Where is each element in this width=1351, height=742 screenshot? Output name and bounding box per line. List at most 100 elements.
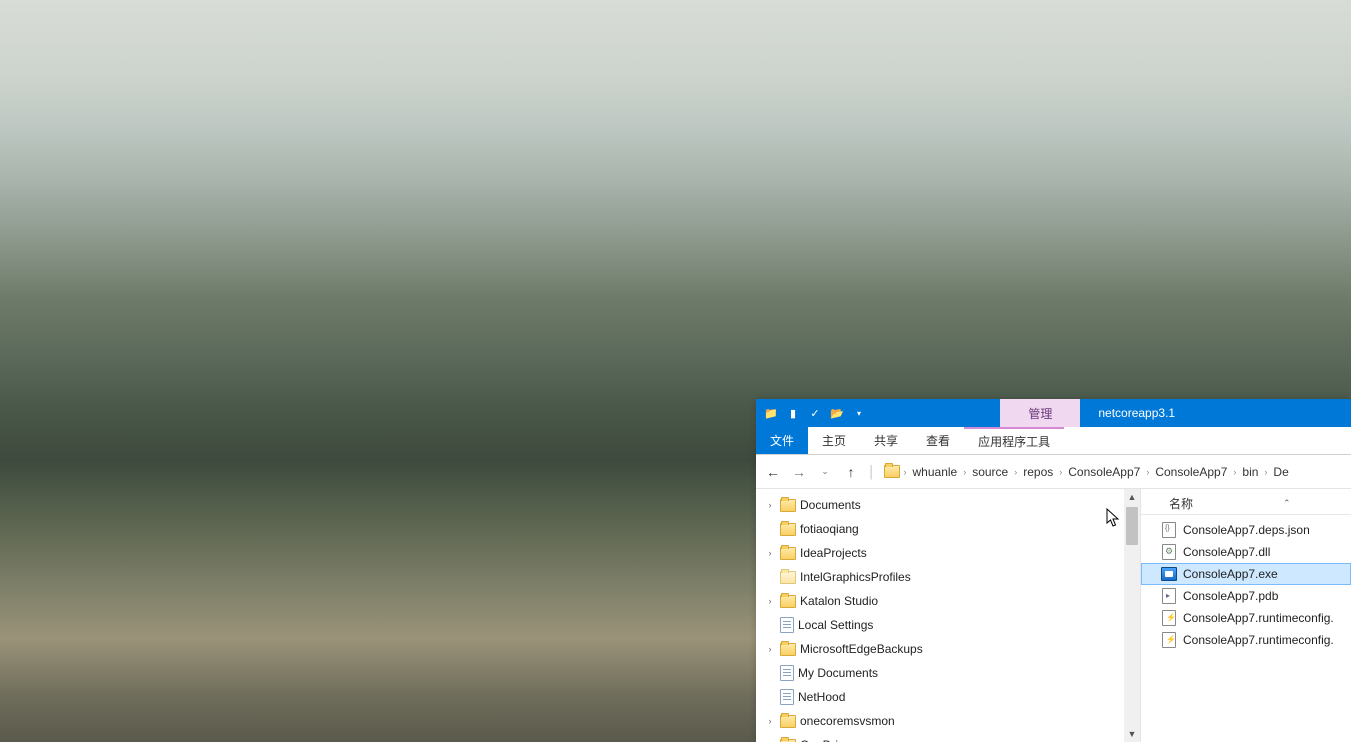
tree-item[interactable]: › Documents [756, 493, 1140, 517]
window-title: netcoreapp3.1 [1080, 399, 1351, 427]
tree-expander-icon[interactable]: › [764, 716, 776, 726]
tree-item-label: fotiaoqiang [800, 522, 859, 536]
folder-icon [780, 499, 796, 512]
folder-icon [780, 739, 796, 742]
breadcrumb-item[interactable]: bin [1240, 463, 1260, 481]
config-file-icon [1161, 610, 1177, 626]
scroll-up-icon[interactable]: ▲ [1124, 489, 1140, 505]
tree-item[interactable]: › IdeaProjects [756, 541, 1140, 565]
document-shortcut-icon [780, 617, 794, 633]
config-file-icon [1161, 632, 1177, 648]
column-header-name[interactable]: 名称 [1169, 495, 1193, 512]
tree-item[interactable]: fotiaoqiang [756, 517, 1140, 541]
check-icon[interactable]: ✓ [806, 404, 824, 422]
ribbon-tab-file[interactable]: 文件 [756, 427, 808, 454]
tree-item[interactable]: IntelGraphicsProfiles [756, 565, 1140, 589]
tree-item[interactable]: NetHood [756, 685, 1140, 709]
chevron-right-icon[interactable]: › [1233, 467, 1236, 477]
ribbon-tab-share[interactable]: 共享 [860, 427, 912, 454]
file-name: ConsoleApp7.exe [1183, 567, 1278, 581]
breadcrumb-item[interactable]: source [970, 463, 1010, 481]
breadcrumb-item[interactable]: ConsoleApp7 [1066, 463, 1142, 481]
nav-back-button[interactable]: ← [764, 463, 782, 481]
file-explorer-window: 📁 ▮ ✓ 📂 ▾ 管理 netcoreapp3.1 文件 主页 共享 查看 应… [756, 399, 1351, 742]
file-item[interactable]: ConsoleApp7.runtimeconfig. [1141, 607, 1351, 629]
chevron-right-icon[interactable]: › [1264, 467, 1267, 477]
folder-open-icon[interactable]: 📂 [828, 404, 846, 422]
chevron-right-icon[interactable]: › [904, 467, 907, 477]
ribbon-tabs: 文件 主页 共享 查看 应用程序工具 [756, 427, 1351, 455]
breadcrumb-item[interactable]: repos [1021, 463, 1055, 481]
chevron-right-icon[interactable]: › [1014, 467, 1017, 477]
tree-item-label: MicrosoftEdgeBackups [800, 642, 923, 656]
pdb-file-icon [1161, 588, 1177, 604]
desktop-wallpaper: 📁 ▮ ✓ 📂 ▾ 管理 netcoreapp3.1 文件 主页 共享 查看 应… [0, 0, 1351, 742]
folder-icon [780, 523, 796, 536]
nav-history-dropdown[interactable]: ⌄ [816, 463, 834, 481]
file-name: ConsoleApp7.runtimeconfig. [1183, 633, 1334, 647]
breadcrumb-item[interactable]: De [1271, 463, 1290, 481]
ribbon-tab-home[interactable]: 主页 [808, 427, 860, 454]
quick-access-toolbar: 📁 ▮ ✓ 📂 ▾ [756, 399, 874, 427]
exe-file-icon [1161, 566, 1177, 582]
file-item[interactable]: ConsoleApp7.runtimeconfig. [1141, 629, 1351, 651]
json-file-icon [1161, 522, 1177, 538]
folder-icon [780, 547, 796, 560]
tree-expander-icon[interactable]: › [764, 548, 776, 558]
document-shortcut-icon [780, 689, 794, 705]
breadcrumb-item[interactable]: whuanle [911, 463, 960, 481]
breadcrumb-item[interactable]: ConsoleApp7 [1153, 463, 1229, 481]
folder-icon [780, 571, 796, 584]
scroll-thumb[interactable] [1126, 507, 1138, 545]
tree-item[interactable]: My Documents [756, 661, 1140, 685]
breadcrumb-bar[interactable]: › whuanle › source › repos › ConsoleApp7… [884, 463, 1344, 481]
tree-expander-icon[interactable]: › [764, 596, 776, 606]
sort-indicator-icon: ⌃ [1283, 498, 1291, 509]
dll-file-icon [1161, 544, 1177, 560]
file-item[interactable]: ConsoleApp7.exe [1141, 563, 1351, 585]
tree-item-label: Katalon Studio [800, 594, 878, 608]
tree-item[interactable]: › onecoremsvsmon [756, 709, 1140, 733]
tree-item-label: Documents [800, 498, 861, 512]
folder-icon [780, 595, 796, 608]
tree-expander-icon[interactable]: › [764, 644, 776, 654]
file-name: ConsoleApp7.pdb [1183, 589, 1278, 603]
file-list-pane: 名称 ⌃ ConsoleApp7.deps.json ConsoleApp7.dl… [1141, 489, 1351, 742]
ribbon-tab-view[interactable]: 查看 [912, 427, 964, 454]
file-name: ConsoleApp7.runtimeconfig. [1183, 611, 1334, 625]
chevron-right-icon[interactable]: › [963, 467, 966, 477]
nav-up-button[interactable]: ↑ [842, 463, 860, 481]
tree-item-label: My Documents [798, 666, 878, 680]
folder-icon: 📁 [762, 404, 780, 422]
tree-item-label: IntelGraphicsProfiles [800, 570, 911, 584]
navpane-scrollbar[interactable]: ▲ ▼ [1124, 489, 1140, 742]
tree-item[interactable]: › Katalon Studio [756, 589, 1140, 613]
file-name: ConsoleApp7.deps.json [1183, 523, 1310, 537]
tree-item[interactable]: Local Settings [756, 613, 1140, 637]
file-item[interactable]: ConsoleApp7.dll [1141, 541, 1351, 563]
chevron-right-icon[interactable]: › [1059, 467, 1062, 477]
tree-item-label: Local Settings [798, 618, 873, 632]
chevron-right-icon[interactable]: › [1146, 467, 1149, 477]
navigation-pane: › Documents fotiaoqiang › IdeaProjects IntelG… [756, 489, 1141, 742]
tree-item-label: onecoremsvsmon [800, 714, 895, 728]
tree-item[interactable]: › MicrosoftEdgeBackups [756, 637, 1140, 661]
scroll-down-icon[interactable]: ▼ [1124, 726, 1140, 742]
explorer-body: › Documents fotiaoqiang › IdeaProjects IntelG… [756, 489, 1351, 742]
tree-expander-icon[interactable]: › [764, 500, 776, 510]
tree-item-label: IdeaProjects [800, 546, 867, 560]
nav-forward-button[interactable]: → [790, 463, 808, 481]
folder-tree: › Documents fotiaoqiang › IdeaProjects IntelG… [756, 489, 1140, 742]
folder-icon [780, 715, 796, 728]
file-item[interactable]: ConsoleApp7.deps.json [1141, 519, 1351, 541]
titlebar[interactable]: 📁 ▮ ✓ 📂 ▾ 管理 netcoreapp3.1 [756, 399, 1351, 427]
tree-item-label: NetHood [798, 690, 845, 704]
folder-icon [780, 643, 796, 656]
manage-context-tab[interactable]: 管理 [1000, 399, 1080, 427]
file-list-header[interactable]: 名称 ⌃ [1141, 493, 1351, 515]
qat-dropdown-icon[interactable]: ▾ [850, 404, 868, 422]
file-item[interactable]: ConsoleApp7.pdb [1141, 585, 1351, 607]
address-bar: ← → ⌄ ↑ │ › whuanle › source › repos › C… [756, 455, 1351, 489]
ribbon-tab-app-tools[interactable]: 应用程序工具 [964, 427, 1064, 454]
tree-item[interactable]: ›OneDrive [756, 733, 1140, 742]
